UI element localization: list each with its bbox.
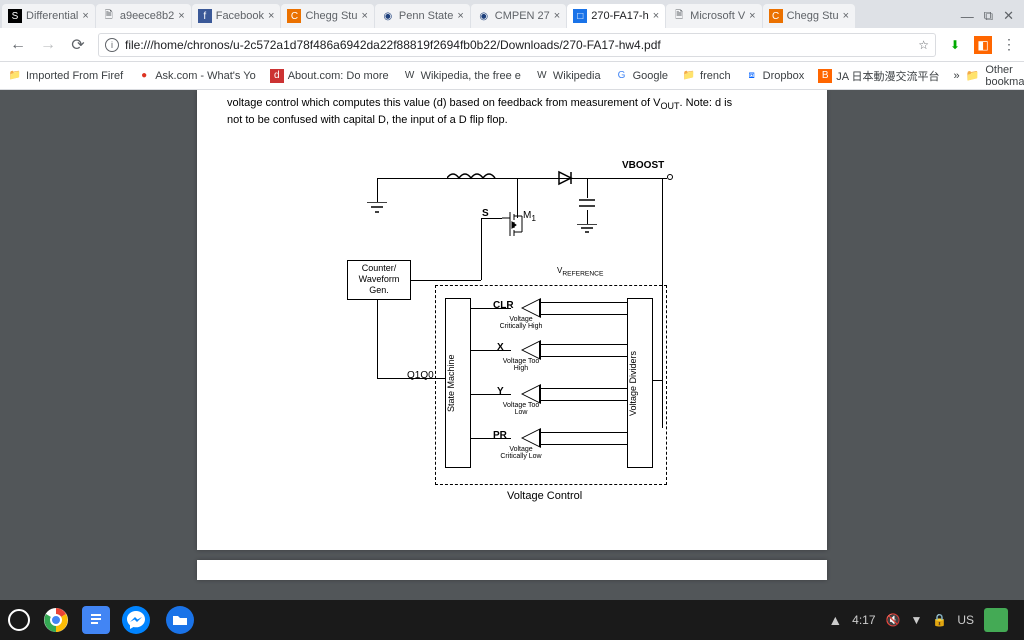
tab-0[interactable]: SDifferential×	[2, 4, 95, 28]
m1-label: M1	[523, 210, 536, 223]
tab-3[interactable]: CChegg Stu×	[281, 4, 373, 28]
bookmarks-bar: 📁Imported From Firef ●Ask.com - What's Y…	[0, 62, 1024, 90]
comparator-icon	[521, 340, 541, 360]
tab-6[interactable]: □270-FA17-h×	[567, 4, 665, 28]
bookmark-item[interactable]: 📁Imported From Firef	[8, 69, 123, 83]
ground-icon	[367, 202, 387, 219]
bookmark-item[interactable]: WWikipedia, the free e	[403, 69, 521, 83]
close-icon[interactable]: ×	[361, 10, 367, 22]
omnibox[interactable]: i file:///home/chronos/u-2c572a1d78f486a…	[98, 33, 936, 57]
clr-label: CLR	[493, 300, 514, 311]
ground-icon	[577, 224, 597, 239]
extension-icon-1[interactable]: ⬇	[946, 36, 964, 54]
voltage-dividers-box: Voltage Dividers	[627, 298, 653, 468]
tab-7[interactable]: 🗎Microsoft V×	[666, 4, 761, 28]
close-icon[interactable]: ×	[457, 10, 463, 22]
bookmark-item[interactable]: WWikipedia	[535, 69, 601, 83]
other-bookmarks[interactable]: Other bookmarks	[985, 64, 1024, 88]
close-icon[interactable]: ×	[653, 10, 659, 22]
mosfet-icon	[502, 212, 524, 241]
bookmark-item[interactable]: dAbout.com: Do more	[270, 69, 389, 83]
state-machine-box: State Machine	[445, 298, 471, 468]
tab-4[interactable]: ◉Penn State×	[375, 4, 470, 28]
notification-icon[interactable]: ▲	[828, 612, 842, 628]
vboost-node	[667, 174, 673, 180]
bookmark-item[interactable]: BJA 日本動漫交流平台	[818, 68, 939, 84]
url-text: file:///home/chronos/u-2c572a1d78f486a69…	[125, 38, 912, 52]
tab-8[interactable]: CChegg Stu×	[763, 4, 855, 28]
forward-button[interactable]: →	[38, 35, 58, 55]
inductor-icon	[447, 170, 497, 186]
taskbar: ▲ 4:17 🔇 ▼ 🔒 US	[0, 600, 1024, 640]
bookmark-item[interactable]: ●Ask.com - What's Yo	[137, 69, 256, 83]
extension-icon-2[interactable]: ◧	[974, 36, 992, 54]
system-tray[interactable]: ▲ 4:17 🔇 ▼ 🔒 US	[828, 608, 1016, 632]
tab-strip: SDifferential× 🗎a9eece8b2× fFacebook× CC…	[0, 0, 1024, 28]
close-icon[interactable]: ×	[554, 10, 560, 22]
vboost-label: VBOOST	[622, 160, 664, 171]
comparator-icon	[521, 298, 541, 318]
tab-1[interactable]: 🗎a9eece8b2×	[96, 4, 191, 28]
clock: 4:17	[852, 613, 875, 627]
pr-label: PR	[493, 430, 507, 441]
window-controls: — ⧉ ✕	[961, 4, 1022, 28]
avatar[interactable]	[984, 608, 1008, 632]
comparator-icon	[521, 384, 541, 404]
vreference-label: VREFERENCE	[557, 266, 603, 278]
language-indicator[interactable]: US	[957, 613, 974, 627]
network-icon[interactable]: ▼	[910, 613, 922, 627]
bookmarks-overflow[interactable]: »	[954, 70, 960, 82]
page-scroll[interactable]: voltage control which computes this valu…	[0, 90, 1024, 600]
pdf-page-next	[197, 560, 827, 580]
bookmark-item[interactable]: ⧈Dropbox	[745, 69, 805, 83]
volume-icon[interactable]: 🔇	[886, 613, 901, 627]
minimize-button[interactable]: —	[961, 9, 974, 24]
chrome-icon[interactable]	[38, 602, 74, 638]
close-icon[interactable]: ×	[178, 10, 184, 22]
close-icon[interactable]: ×	[268, 10, 274, 22]
comparator-icon	[521, 428, 541, 448]
reload-button[interactable]: ⟳	[68, 35, 88, 55]
address-bar: ← → ⟳ i file:///home/chronos/u-2c572a1d7…	[0, 28, 1024, 62]
circuit-diagram: VBOOST S M1	[227, 140, 797, 520]
site-info-icon[interactable]: i	[105, 38, 119, 52]
menu-button[interactable]: ⋮	[1002, 36, 1016, 53]
files-icon[interactable]	[162, 602, 198, 638]
x-label: X	[497, 342, 504, 353]
close-icon[interactable]: ×	[82, 10, 88, 22]
document-text: voltage control which computes this valu…	[227, 90, 797, 128]
docs-icon[interactable]	[82, 606, 110, 634]
tab-2[interactable]: fFacebook×	[192, 4, 281, 28]
close-window-button[interactable]: ✕	[1003, 8, 1014, 24]
pdf-viewer: voltage control which computes this valu…	[0, 90, 1024, 600]
lock-icon[interactable]: 🔒	[932, 613, 947, 627]
bookmark-star-icon[interactable]: ☆	[918, 38, 929, 52]
q1q0-label: Q1Q0	[407, 370, 434, 381]
bookmark-item[interactable]: 📁french	[682, 69, 731, 83]
pdf-page: voltage control which computes this valu…	[197, 90, 827, 550]
launcher-button[interactable]	[8, 609, 30, 631]
bookmark-item[interactable]: GGoogle	[615, 69, 668, 83]
diode-icon	[557, 170, 577, 189]
close-icon[interactable]: ×	[843, 10, 849, 22]
y-label: Y	[497, 386, 504, 397]
messenger-icon[interactable]	[118, 602, 154, 638]
maximize-button[interactable]: ⧉	[984, 8, 993, 24]
back-button[interactable]: ←	[8, 35, 28, 55]
voltage-control-caption: Voltage Control	[507, 490, 582, 502]
close-icon[interactable]: ×	[749, 10, 755, 22]
counter-box: Counter/ Waveform Gen.	[347, 260, 411, 300]
tab-5[interactable]: ◉CMPEN 27×	[471, 4, 566, 28]
